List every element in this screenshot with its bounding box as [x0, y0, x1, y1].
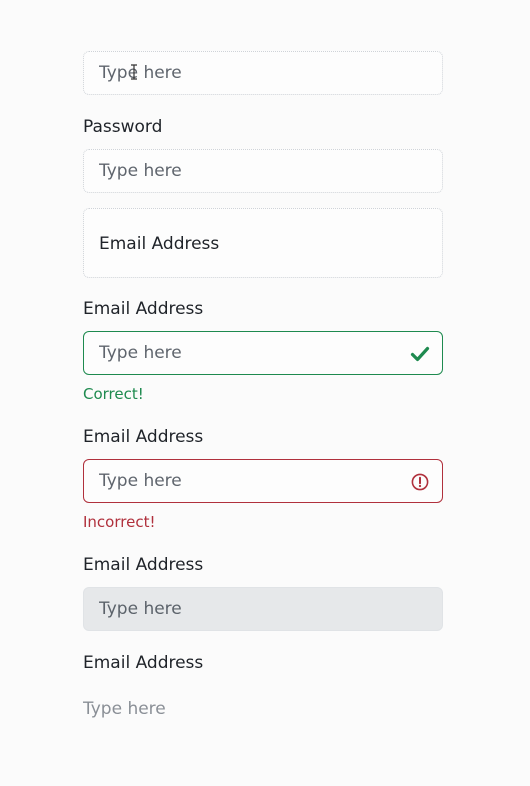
password-input[interactable] [84, 150, 442, 192]
invalid-feedback: Incorrect! [83, 513, 156, 531]
email-disabled-input [84, 588, 442, 630]
email-plaintext-input[interactable] [83, 696, 443, 722]
email-floating-label: Email Address [99, 234, 220, 254]
email-invalid-label: Email Address [83, 427, 204, 447]
email-floating-field[interactable]: Email Address [83, 208, 443, 278]
email-disabled-field [83, 587, 443, 631]
text-cursor-icon [131, 64, 137, 80]
exclamation-circle-icon [411, 473, 429, 491]
form-page: Password Email Address Email Address Cor… [0, 0, 530, 786]
password-field[interactable] [83, 149, 443, 193]
email-plaintext-label: Email Address [83, 653, 204, 673]
email-invalid-input[interactable] [84, 460, 442, 502]
password-label: Password [83, 117, 163, 137]
email-valid-label: Email Address [83, 299, 204, 319]
email-disabled-label: Email Address [83, 555, 204, 575]
valid-feedback: Correct! [83, 385, 144, 403]
email-valid-input[interactable] [84, 332, 442, 374]
check-icon [410, 346, 430, 362]
email-valid-field[interactable] [83, 331, 443, 375]
email-invalid-field[interactable] [83, 459, 443, 503]
